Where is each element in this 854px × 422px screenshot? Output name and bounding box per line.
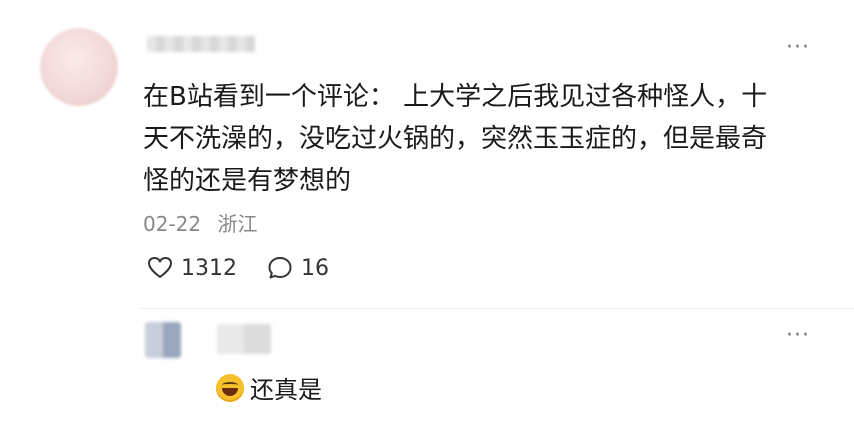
reply-avatar[interactable] — [145, 322, 181, 358]
comment-line: 在B站看到一个评论： 上大学之后我见过各种怪人，十 — [143, 82, 768, 112]
comment-line: 天不洗澡的，没吃过火锅的，突然玉玉症的，但是最奇 — [143, 124, 768, 154]
more-dots-icon[interactable]: ··· — [786, 325, 810, 347]
laughing-tears-emoji-icon — [216, 373, 244, 402]
divider — [140, 308, 854, 309]
reply-count: 16 — [301, 255, 329, 281]
comment-thread: ··· 在B站看到一个评论： 上大学之后我见过各种怪人，十 天不洗澡的，没吃过火… — [0, 0, 854, 422]
comment-date: 02-22 — [143, 212, 202, 236]
reply-username-blurred[interactable] — [217, 324, 271, 354]
comment-meta: 02-22 浙江 — [143, 208, 257, 237]
comment-actions: 1312 16 — [147, 255, 329, 281]
reply-button[interactable]: 16 — [267, 255, 329, 281]
reply-text: 还真是 — [250, 376, 322, 404]
reply-body: 还真是 — [216, 370, 322, 405]
like-button[interactable]: 1312 — [147, 256, 237, 281]
comment-bubble-icon — [268, 257, 292, 279]
comment-body: 在B站看到一个评论： 上大学之后我见过各种怪人，十 天不洗澡的，没吃过火锅的，突… — [143, 76, 823, 202]
avatar[interactable] — [40, 28, 118, 106]
heart-icon — [148, 257, 172, 278]
like-count: 1312 — [181, 255, 237, 281]
comment-line: 怪的还是有梦想的 — [143, 166, 352, 196]
username-blurred[interactable] — [147, 36, 255, 52]
more-dots-icon[interactable]: ··· — [786, 37, 810, 59]
comment-location: 浙江 — [217, 212, 258, 236]
